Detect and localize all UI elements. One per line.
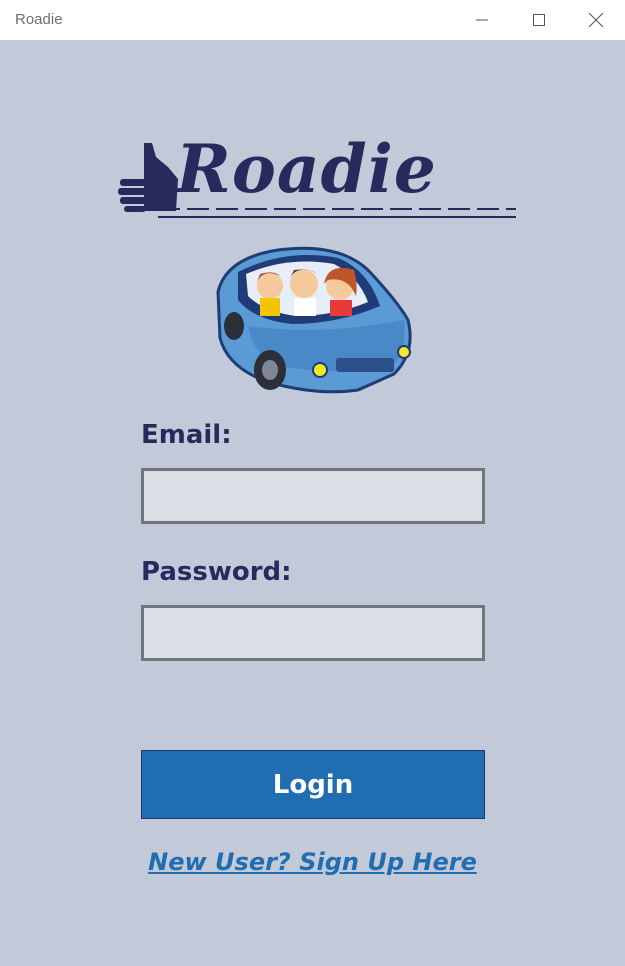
close-icon xyxy=(589,13,603,27)
roadie-logo: Roadie xyxy=(116,130,520,225)
email-label: Email: xyxy=(141,420,232,450)
email-field[interactable] xyxy=(141,468,485,524)
minimize-button[interactable] xyxy=(454,0,510,40)
password-label: Password: xyxy=(141,557,292,587)
road-underline xyxy=(158,208,516,218)
maximize-icon xyxy=(533,14,545,26)
close-button[interactable] xyxy=(568,0,624,40)
password-field[interactable] xyxy=(141,605,485,661)
car-with-family-icon xyxy=(216,246,412,394)
window-title: Roadie xyxy=(15,11,63,28)
login-button[interactable]: Login xyxy=(141,750,485,819)
logo-text: Roadie xyxy=(176,130,437,208)
signup-link[interactable]: New User? Sign Up Here xyxy=(0,848,625,876)
title-bar: Roadie xyxy=(0,0,625,40)
maximize-button[interactable] xyxy=(511,0,567,40)
minimize-icon xyxy=(476,19,488,21)
